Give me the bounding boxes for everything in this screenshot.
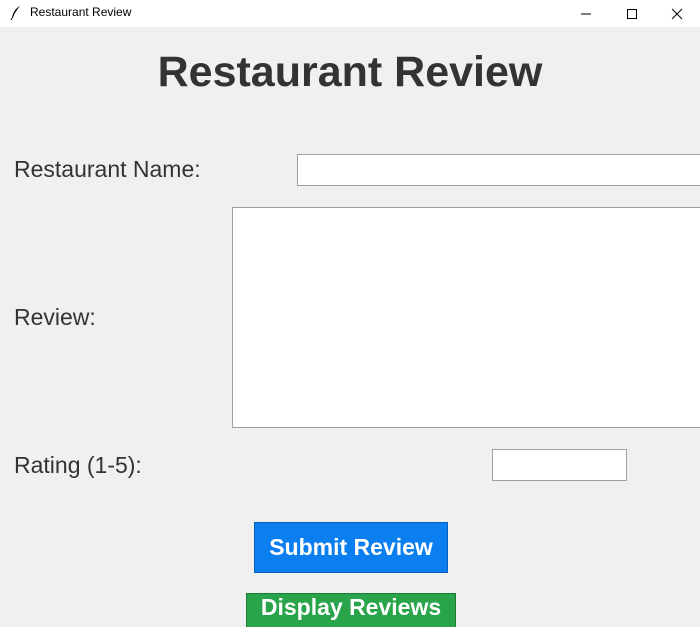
- title-bar[interactable]: Restaurant Review: [0, 0, 700, 27]
- minimize-button[interactable]: [563, 0, 609, 27]
- rating-input[interactable]: [492, 449, 627, 481]
- app-window: Restaurant Review Restaurant Review Rest…: [0, 0, 700, 627]
- restaurant-name-input[interactable]: [297, 154, 700, 186]
- submit-review-button[interactable]: Submit Review: [254, 522, 448, 573]
- close-icon: [671, 8, 683, 20]
- feather-icon: [10, 5, 22, 21]
- maximize-icon: [626, 8, 638, 20]
- maximize-button[interactable]: [609, 0, 655, 27]
- restaurant-name-label: Restaurant Name:: [14, 156, 201, 182]
- page-title: Restaurant Review: [157, 48, 543, 96]
- close-button[interactable]: [654, 0, 700, 27]
- minimize-icon: [580, 8, 592, 20]
- display-reviews-button[interactable]: Display Reviews: [246, 593, 456, 627]
- window-title: Restaurant Review: [30, 5, 132, 19]
- rating-label: Rating (1-5):: [14, 452, 142, 478]
- review-textarea[interactable]: [232, 207, 700, 428]
- review-label: Review:: [14, 304, 96, 330]
